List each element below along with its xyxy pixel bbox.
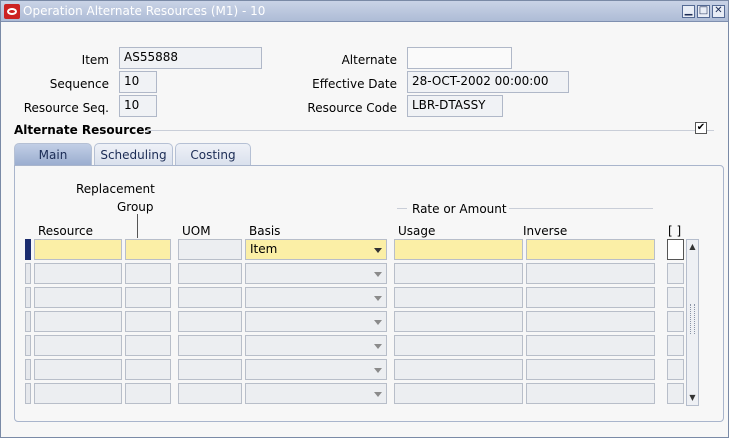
inverse-cell[interactable] bbox=[526, 359, 655, 380]
inverse-cell[interactable] bbox=[526, 335, 655, 356]
operation-alternate-resources-window: Operation Alternate Resources (M1) - 10 … bbox=[0, 0, 729, 438]
section-checkbox[interactable]: ✔ bbox=[695, 122, 707, 134]
replacement-group-cell[interactable] bbox=[125, 239, 171, 260]
col-replacement-line1: Replacement bbox=[76, 182, 155, 196]
uom-cell[interactable] bbox=[178, 263, 242, 284]
section-divider bbox=[146, 130, 714, 131]
row-indicator[interactable] bbox=[25, 263, 31, 284]
row-flag-checkbox[interactable] bbox=[667, 311, 684, 332]
row-flag-checkbox[interactable] bbox=[667, 287, 684, 308]
rate-group-line-left bbox=[397, 208, 407, 209]
grid-scrollbar[interactable]: ▲ ▼ bbox=[686, 239, 699, 406]
row-indicator[interactable] bbox=[25, 359, 31, 380]
basis-select[interactable] bbox=[245, 287, 387, 308]
row-indicator[interactable] bbox=[25, 383, 31, 404]
basis-select[interactable] bbox=[245, 311, 387, 332]
usage-cell[interactable] bbox=[394, 239, 523, 260]
basis-select[interactable] bbox=[245, 383, 387, 404]
basis-select[interactable]: Item bbox=[245, 239, 387, 260]
scroll-down-icon[interactable]: ▼ bbox=[687, 392, 698, 404]
resource-code-field[interactable]: LBR-DTASSY bbox=[407, 95, 503, 117]
scroll-up-icon[interactable]: ▲ bbox=[687, 241, 698, 253]
row-indicator[interactable] bbox=[25, 239, 31, 260]
resource-cell[interactable] bbox=[34, 359, 122, 380]
inverse-cell[interactable] bbox=[526, 311, 655, 332]
usage-cell[interactable] bbox=[394, 287, 523, 308]
col-inverse: Inverse bbox=[523, 224, 568, 238]
resource-cell[interactable] bbox=[34, 239, 122, 260]
effective-date-label: Effective Date bbox=[312, 77, 397, 91]
resource-cell[interactable] bbox=[34, 287, 122, 308]
col-uom: UOM bbox=[182, 224, 211, 238]
col-usage: Usage bbox=[398, 224, 436, 238]
item-field[interactable]: AS55888 bbox=[119, 47, 262, 69]
resource-seq-label: Resource Seq. bbox=[23, 101, 109, 115]
col-basis: Basis bbox=[249, 224, 281, 238]
resource-cell[interactable] bbox=[34, 263, 122, 284]
uom-cell[interactable] bbox=[178, 287, 242, 308]
row-flag-checkbox[interactable] bbox=[667, 335, 684, 356]
sequence-label: Sequence bbox=[49, 77, 109, 91]
col-replacement-line2: Group bbox=[117, 200, 154, 214]
row-flag-checkbox[interactable] bbox=[667, 239, 684, 260]
usage-cell[interactable] bbox=[394, 311, 523, 332]
usage-cell[interactable] bbox=[394, 335, 523, 356]
replacement-group-cell[interactable] bbox=[125, 359, 171, 380]
alternate-resources-heading: Alternate Resources bbox=[14, 123, 152, 137]
inverse-cell[interactable] bbox=[526, 287, 655, 308]
alternate-field[interactable] bbox=[407, 47, 512, 69]
row-flag-checkbox[interactable] bbox=[667, 263, 684, 284]
uom-cell[interactable] bbox=[178, 383, 242, 404]
scroll-grip[interactable] bbox=[690, 304, 695, 334]
row-flag-checkbox[interactable] bbox=[667, 383, 684, 404]
col-rate-or-amount: Rate or Amount bbox=[412, 202, 507, 216]
replacement-group-cell[interactable] bbox=[125, 263, 171, 284]
resource-cell[interactable] bbox=[34, 311, 122, 332]
title-bar[interactable]: Operation Alternate Resources (M1) - 10 … bbox=[1, 1, 728, 22]
uom-cell[interactable] bbox=[178, 359, 242, 380]
col-flag: [ ] bbox=[668, 224, 682, 238]
effective-date-field[interactable]: 28-OCT-2002 00:00:00 bbox=[407, 71, 569, 93]
basis-select[interactable] bbox=[245, 335, 387, 356]
inverse-cell[interactable] bbox=[526, 239, 655, 260]
usage-cell[interactable] bbox=[394, 359, 523, 380]
basis-select[interactable] bbox=[245, 359, 387, 380]
close-icon[interactable]: ✕ bbox=[712, 5, 725, 18]
row-indicator[interactable] bbox=[25, 311, 31, 332]
tab-main[interactable]: Main bbox=[14, 143, 92, 167]
minimize-icon[interactable]: ▁ bbox=[682, 5, 695, 18]
uom-cell[interactable] bbox=[178, 239, 242, 260]
maximize-icon[interactable]: □ bbox=[697, 5, 710, 18]
resource-code-label: Resource Code bbox=[307, 101, 397, 115]
inverse-cell[interactable] bbox=[526, 383, 655, 404]
basis-select[interactable] bbox=[245, 263, 387, 284]
uom-cell[interactable] bbox=[178, 335, 242, 356]
col-resource: Resource bbox=[38, 224, 94, 238]
row-indicator[interactable] bbox=[25, 335, 31, 356]
resource-cell[interactable] bbox=[34, 383, 122, 404]
replacement-group-cell[interactable] bbox=[125, 383, 171, 404]
usage-cell[interactable] bbox=[394, 263, 523, 284]
tab-costing[interactable]: Costing bbox=[175, 143, 251, 167]
item-label: Item bbox=[81, 53, 109, 67]
sequence-field[interactable]: 10 bbox=[119, 71, 157, 93]
resource-cell[interactable] bbox=[34, 335, 122, 356]
replacement-group-cell[interactable] bbox=[125, 287, 171, 308]
tab-scheduling[interactable]: Scheduling bbox=[94, 143, 173, 167]
uom-cell[interactable] bbox=[178, 311, 242, 332]
replacement-group-cell[interactable] bbox=[125, 311, 171, 332]
resource-seq-field[interactable]: 10 bbox=[119, 95, 157, 117]
window-title: Operation Alternate Resources (M1) - 10 bbox=[23, 4, 266, 18]
row-indicator[interactable] bbox=[25, 287, 31, 308]
replacement-group-cell[interactable] bbox=[125, 335, 171, 356]
oracle-app-icon bbox=[4, 4, 20, 19]
row-flag-checkbox[interactable] bbox=[667, 359, 684, 380]
replacement-group-connector bbox=[137, 214, 138, 238]
alternate-label: Alternate bbox=[341, 53, 397, 67]
rate-group-line-right bbox=[509, 208, 653, 209]
usage-cell[interactable] bbox=[394, 383, 523, 404]
inverse-cell[interactable] bbox=[526, 263, 655, 284]
